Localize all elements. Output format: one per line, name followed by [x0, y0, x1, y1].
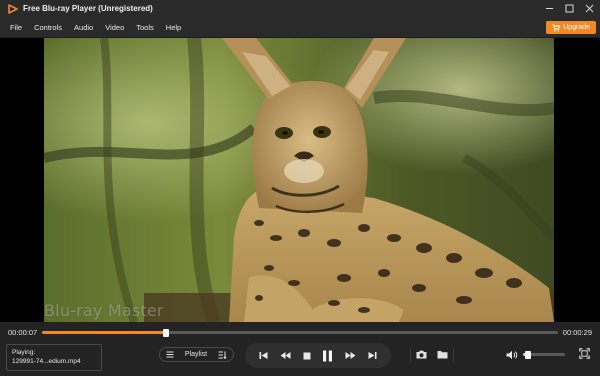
menu-help[interactable]: Help — [166, 23, 181, 32]
volume-icon — [506, 350, 518, 359]
playlist-menu-icon — [166, 351, 174, 358]
fast-forward-button[interactable] — [345, 351, 356, 360]
now-playing-file: 129991-74...edium.mp4 — [12, 358, 81, 365]
video-watermark: Blu-ray Master — [44, 301, 164, 320]
pause-icon — [323, 350, 333, 361]
volume-group — [506, 347, 570, 362]
volume-handle[interactable] — [525, 350, 532, 359]
progress-row: 00:00:07 00:00:29 — [0, 322, 600, 342]
close-icon — [585, 4, 593, 12]
progress-fill — [42, 331, 166, 334]
minimize-button[interactable] — [544, 3, 554, 13]
minimize-icon — [545, 7, 553, 9]
upgrade-label: Upgrade — [563, 24, 590, 31]
snapshot-button[interactable] — [416, 350, 427, 359]
total-time: 00:00:29 — [562, 328, 592, 337]
playlist-edit-icon — [218, 351, 227, 359]
now-playing-label: Playing: — [12, 349, 36, 356]
upgrade-cart-icon — [552, 24, 561, 31]
rewind-icon — [280, 352, 291, 359]
video-frame[interactable] — [44, 38, 554, 322]
menu-controls[interactable]: Controls — [34, 23, 62, 32]
stop-icon — [303, 352, 311, 359]
snapshot-group — [410, 347, 454, 362]
fullscreen-icon — [579, 348, 590, 359]
maximize-icon — [565, 4, 573, 12]
now-playing-panel: Playing: 129991-74...edium.mp4 — [6, 344, 102, 371]
open-folder-button[interactable] — [437, 350, 448, 359]
play-logo-icon — [8, 3, 18, 14]
menu-bar: File Controls Audio Video Tools Help Upg… — [0, 17, 600, 38]
playlist-edit-button[interactable] — [218, 351, 227, 359]
controls-bar: Playing: 129991-74...edium.mp4 Playlist — [0, 342, 600, 376]
close-button[interactable] — [584, 3, 594, 13]
skip-previous-icon — [259, 352, 268, 359]
menu-video[interactable]: Video — [105, 23, 124, 32]
pause-button[interactable] — [322, 350, 333, 362]
rewind-button[interactable] — [280, 351, 291, 360]
elapsed-time: 00:00:07 — [8, 328, 38, 337]
stop-button[interactable] — [303, 352, 311, 360]
menu-audio[interactable]: Audio — [74, 23, 93, 32]
mute-button[interactable] — [506, 350, 518, 360]
playlist-button[interactable]: Playlist — [185, 351, 207, 358]
window-controls — [544, 3, 594, 13]
volume-slider[interactable] — [523, 350, 565, 359]
playlist-menu-button[interactable] — [166, 351, 174, 358]
upgrade-button[interactable]: Upgrade — [546, 21, 596, 34]
video-area[interactable]: Blu-ray Master — [0, 38, 600, 322]
menu-tools[interactable]: Tools — [136, 23, 154, 32]
menu-file[interactable]: File — [10, 23, 22, 32]
title-bar: Free Blu-ray Player (Unregistered) — [0, 0, 600, 17]
progress-handle[interactable] — [162, 328, 169, 337]
fast-forward-icon — [345, 352, 356, 359]
folder-icon — [437, 351, 448, 359]
progress-bar[interactable] — [42, 328, 558, 337]
fullscreen-button[interactable] — [579, 348, 590, 359]
maximize-button[interactable] — [564, 3, 574, 13]
window-title: Free Blu-ray Player (Unregistered) — [23, 4, 153, 13]
skip-next-icon — [368, 352, 377, 359]
skip-next-button[interactable] — [368, 351, 377, 360]
snapshot-icon — [416, 350, 427, 359]
skip-previous-button[interactable] — [259, 351, 268, 360]
transport-controls — [245, 343, 391, 368]
playlist-group: Playlist — [159, 347, 234, 362]
